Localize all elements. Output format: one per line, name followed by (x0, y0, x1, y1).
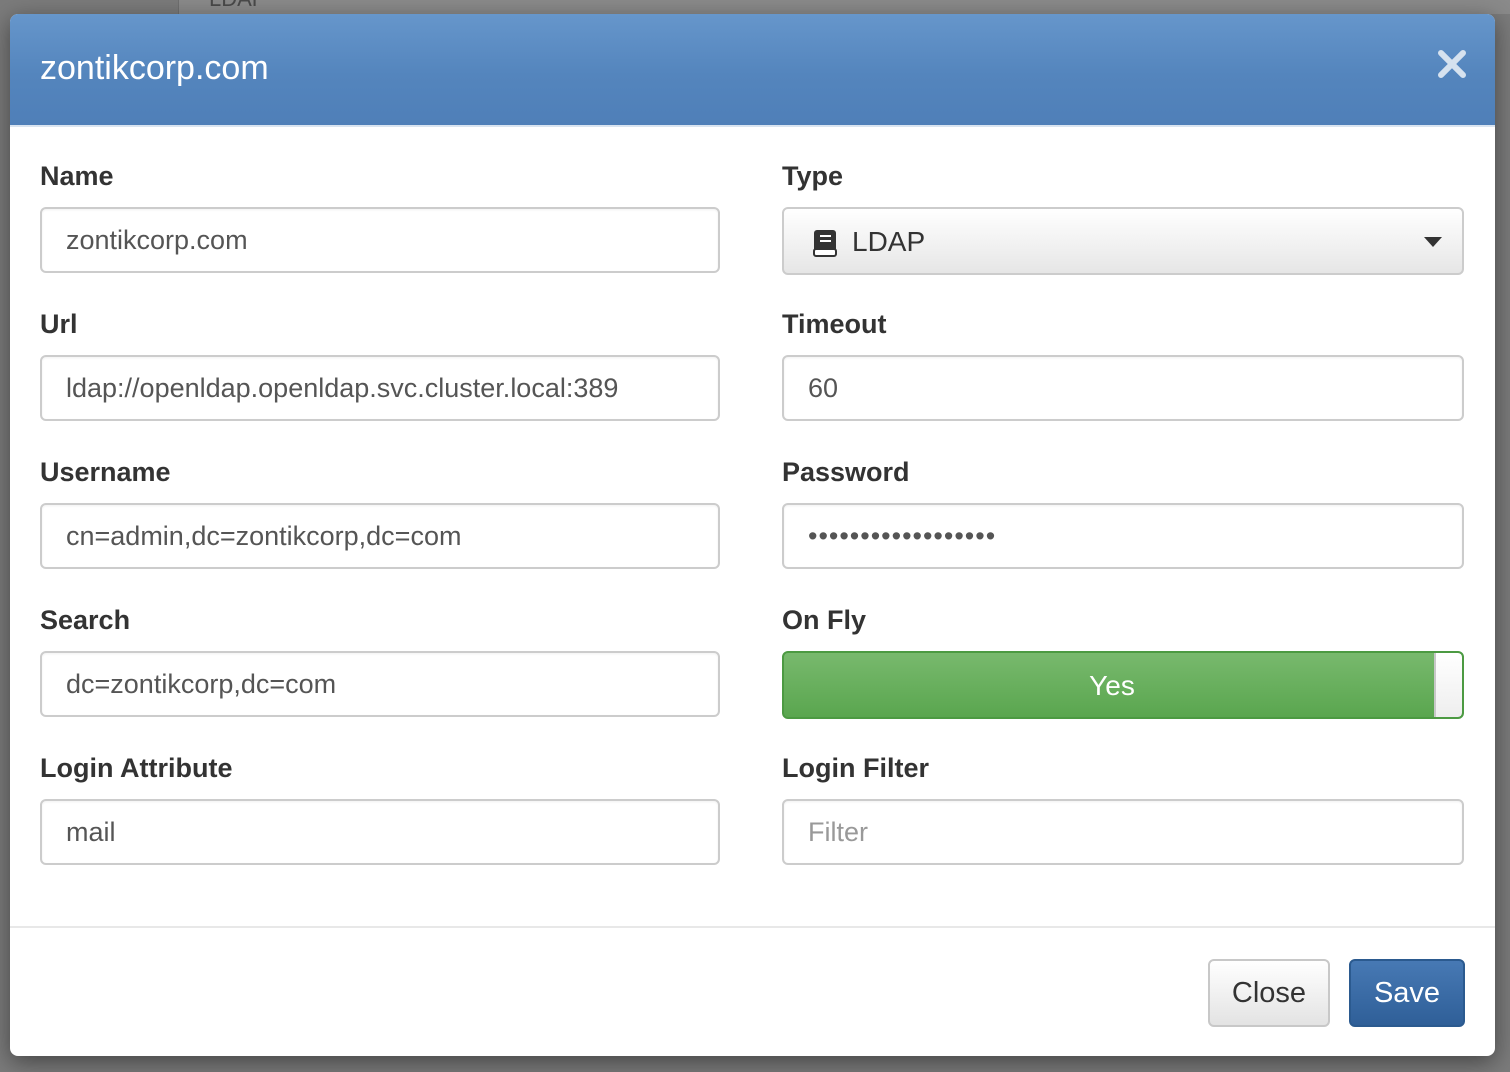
username-input[interactable] (40, 503, 720, 569)
book-icon (812, 229, 838, 257)
background-page: LDAP (178, 0, 1510, 14)
login-attribute-input[interactable] (40, 799, 720, 865)
type-label: Type (782, 161, 844, 191)
ldap-settings-modal: zontikcorp.com Name Type LDAP Url Timeou… (10, 14, 1495, 1056)
login-filter-input[interactable] (782, 799, 1464, 865)
login-attribute-label: Login Attribute (40, 753, 233, 783)
toggle-handle[interactable] (1434, 653, 1462, 717)
close-icon[interactable] (1436, 48, 1468, 80)
type-select-value: LDAP (852, 226, 926, 257)
on-fly-toggle-label: Yes (1089, 670, 1135, 701)
type-select[interactable]: LDAP (782, 207, 1464, 275)
chevron-down-icon (1424, 237, 1442, 247)
name-input[interactable] (40, 207, 720, 273)
timeout-input[interactable] (782, 355, 1464, 421)
modal-header: zontikcorp.com (10, 14, 1495, 127)
on-fly-label: On Fly (782, 605, 867, 635)
search-label: Search (40, 605, 131, 635)
search-input[interactable] (40, 651, 720, 717)
close-button[interactable]: Close (1208, 959, 1330, 1027)
timeout-label: Timeout (782, 309, 887, 339)
login-filter-label: Login Filter (782, 753, 929, 783)
modal-title: zontikcorp.com (40, 49, 269, 87)
save-button[interactable]: Save (1349, 959, 1465, 1027)
password-input[interactable] (782, 503, 1464, 569)
password-label: Password (782, 457, 910, 487)
on-fly-toggle[interactable]: Yes (782, 651, 1464, 719)
url-label: Url (40, 309, 78, 339)
url-input[interactable] (40, 355, 720, 421)
username-label: Username (40, 457, 171, 487)
background-text: LDAP (209, 0, 266, 12)
footer-divider (10, 926, 1495, 928)
name-label: Name (40, 161, 114, 191)
